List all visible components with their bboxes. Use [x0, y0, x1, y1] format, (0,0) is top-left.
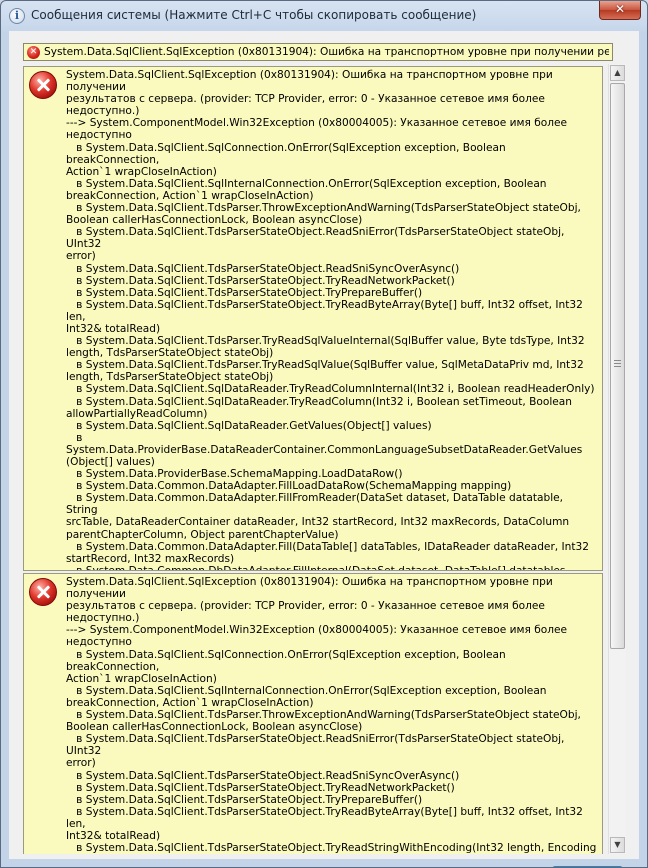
- title-bar[interactable]: i Сообщения системы (Нажмите Ctrl+C чтоб…: [1, 1, 647, 31]
- message-text[interactable]: System.Data.SqlClient.SqlException (0x80…: [66, 576, 598, 854]
- message-item[interactable]: System.Data.SqlClient.SqlException (0x80…: [23, 573, 603, 854]
- error-icon: ✕: [27, 46, 40, 59]
- scroll-up-button[interactable]: ▲: [610, 65, 625, 81]
- message-summary: System.Data.SqlClient.SqlException (0x80…: [44, 46, 609, 58]
- scroll-thumb[interactable]: [610, 83, 625, 649]
- error-icon: [29, 578, 57, 606]
- message-item[interactable]: System.Data.SqlClient.SqlException (0x80…: [23, 66, 603, 571]
- error-icon: [29, 71, 57, 99]
- grip-icon: [614, 360, 621, 369]
- window-title: Сообщения системы (Нажмите Ctrl+C чтобы …: [31, 8, 477, 22]
- message-list[interactable]: System.Data.SqlClient.SqlException (0x80…: [23, 66, 603, 854]
- info-icon: i: [9, 8, 25, 24]
- message-summary-row[interactable]: ✕ System.Data.SqlClient.SqlException (0x…: [23, 43, 613, 61]
- message-window: i Сообщения системы (Нажмите Ctrl+C чтоб…: [0, 0, 648, 868]
- scroll-down-button[interactable]: ▼: [610, 837, 625, 853]
- close-button[interactable]: ✕: [599, 1, 641, 20]
- message-text[interactable]: System.Data.SqlClient.SqlException (0x80…: [66, 69, 598, 570]
- vertical-scrollbar[interactable]: ▲ ▼: [608, 64, 626, 854]
- dialog-body: ✕ System.Data.SqlClient.SqlException (0x…: [9, 31, 639, 867]
